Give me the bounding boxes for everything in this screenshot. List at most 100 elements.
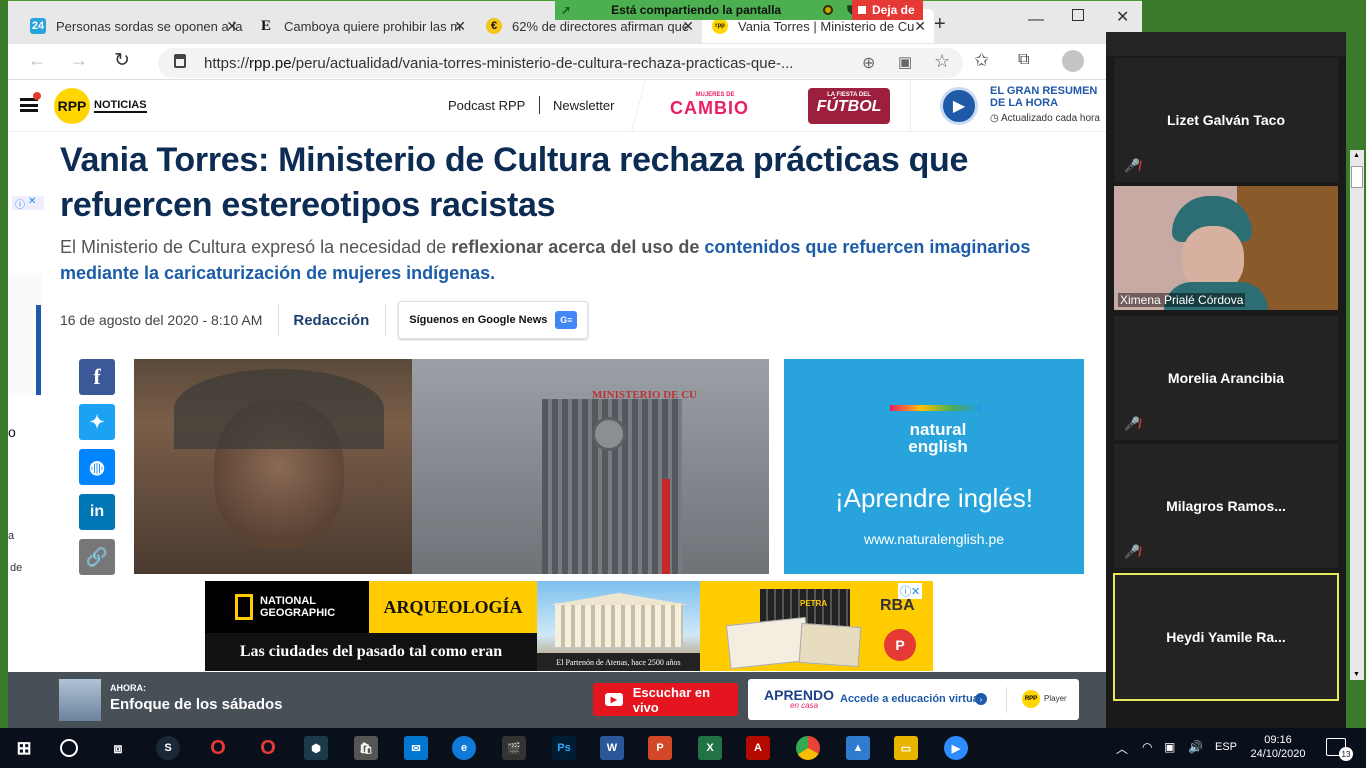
tab-label: Personas sordas se oponen a la <box>56 18 243 34</box>
zoom-scrollbar[interactable]: ▲ ▼ <box>1350 150 1364 680</box>
search-icon[interactable] <box>60 739 78 757</box>
minimize-icon[interactable]: — <box>1028 11 1044 29</box>
info-icon: ⓘ <box>15 200 25 211</box>
nav-newsletter[interactable]: Newsletter <box>553 98 614 113</box>
google-news-button[interactable]: Síguenos en Google News G≡ <box>398 301 589 339</box>
wifi-icon[interactable]: ◠ <box>1142 740 1152 754</box>
ad-info-close-icon[interactable]: ⓘ✕ <box>898 583 923 599</box>
acrobat-icon[interactable]: A <box>746 736 770 760</box>
scroll-up-icon[interactable]: ▲ <box>1353 152 1360 159</box>
fiesta-futbol-link[interactable]: LA FIESTA DEL FÚTBOL <box>808 88 890 124</box>
share-linkedin-button[interactable]: in <box>79 494 115 530</box>
participant-tile-active[interactable]: Heydi Yamile Ra... <box>1113 573 1339 701</box>
close-ad-icon[interactable]: ✕ <box>28 196 36 210</box>
file-explorer-icon[interactable]: ▭ <box>894 736 918 760</box>
notification-center-icon[interactable]: 13 <box>1326 738 1353 761</box>
scroll-thumb[interactable] <box>1351 166 1363 188</box>
close-tab-icon[interactable]: ✕ <box>454 18 466 35</box>
reader-icon[interactable]: ▣ <box>898 53 912 71</box>
clock[interactable]: 09:16 24/10/2020 <box>1248 733 1308 761</box>
edge-icon[interactable]: e <box>452 736 476 760</box>
temple-columns <box>555 603 683 647</box>
participant-tile[interactable]: Morelia Arancibia 🎤̸ <box>1114 316 1338 440</box>
tab-favicon: rpp <box>712 18 728 34</box>
close-tab-icon[interactable]: ✕ <box>914 18 926 35</box>
excel-icon[interactable]: X <box>698 736 722 760</box>
adchoices-badge[interactable]: ⓘ ✕ <box>12 196 44 211</box>
forward-icon[interactable]: → <box>70 50 88 71</box>
opera-gx-icon[interactable]: O <box>256 736 280 760</box>
close-tab-icon[interactable]: ✕ <box>682 18 694 35</box>
zoom-icon[interactable]: ▶ <box>944 736 968 760</box>
browser-tab-1[interactable]: 24 Personas sordas se oponen a la ✕ <box>20 9 246 43</box>
tray-chevron-icon[interactable]: ︿ <box>1116 740 1128 757</box>
tab-label: Camboya quiere prohibir las m <box>284 18 462 34</box>
menu-icon[interactable] <box>20 98 38 112</box>
volume-icon[interactable]: 🔊 <box>1188 740 1203 754</box>
profile-avatar[interactable] <box>1062 50 1084 72</box>
left-cut-text: o <box>8 424 16 440</box>
natgeo-logo-box: NATIONAL GEOGRAPHIC <box>205 581 369 633</box>
favorite-star-icon[interactable]: ☆ <box>934 51 950 72</box>
store-icon[interactable]: 🛍 <box>354 736 378 760</box>
resumen-title[interactable]: EL GRAN RESUMEN DE LA HORA <box>990 85 1100 109</box>
browser-tab-2[interactable]: E Camboya quiere prohibir las m ✕ <box>248 9 474 43</box>
now-label: AHORA: <box>110 683 146 693</box>
favorites-icon[interactable]: ✩ <box>974 50 989 71</box>
powerpoint-icon[interactable]: P <box>648 736 672 760</box>
steam-icon[interactable]: S <box>156 736 180 760</box>
collections-icon[interactable]: ⧉ <box>1018 51 1029 69</box>
aprendo-en-casa-banner[interactable]: APRENDO en casa Accede a educación virtu… <box>748 679 1079 720</box>
nav-podcast[interactable]: Podcast RPP <box>448 98 525 113</box>
photos-icon[interactable]: ▲ <box>846 736 870 760</box>
windows-start-icon[interactable]: ⊞ <box>12 736 36 760</box>
play-summary-icon[interactable]: ▶ <box>940 87 978 125</box>
participant-name: Lizet Galván Taco <box>1167 112 1285 128</box>
refresh-icon[interactable]: ↻ <box>114 49 130 72</box>
share-facebook-button[interactable]: f <box>79 359 115 395</box>
participant-tile[interactable]: Milagros Ramos... 🎤̸ <box>1114 444 1338 568</box>
share-messenger-button[interactable]: ◍ <box>79 449 115 485</box>
task-view-icon[interactable]: ⧈ <box>106 736 130 760</box>
ad-slogan: ¡Aprendre inglés! <box>835 483 1033 513</box>
url-domain: rpp.pe <box>249 54 292 72</box>
chrome-icon[interactable] <box>796 736 820 760</box>
listen-live-button[interactable]: ▶ Escuchar en vivo <box>593 683 738 716</box>
close-window-icon[interactable]: ✕ <box>1116 7 1129 27</box>
clapper-icon[interactable]: 🎬 <box>502 736 526 760</box>
share-link-button[interactable]: 🔗 <box>79 539 115 575</box>
back-icon[interactable]: ← <box>28 50 46 71</box>
natural-english-ad[interactable]: natural english ¡Aprendre inglés! www.na… <box>784 359 1084 574</box>
word-icon[interactable]: W <box>600 736 624 760</box>
nat-geo-ad[interactable]: NATIONAL GEOGRAPHIC ARQUEOLOGÍA Las ciud… <box>205 581 933 671</box>
language-indicator[interactable]: ESP <box>1215 741 1237 753</box>
photoshop-icon[interactable]: Ps <box>552 736 576 760</box>
new-tab-icon[interactable]: + <box>934 13 946 36</box>
mail-icon[interactable]: ✉ <box>404 736 428 760</box>
video-feed <box>1114 186 1338 310</box>
scroll-down-icon[interactable]: ▼ <box>1353 671 1360 678</box>
tab-favicon: € <box>486 18 502 34</box>
rpp-player-label: Player <box>1044 694 1067 703</box>
magazine-open-2 <box>798 622 862 668</box>
url-field[interactable]: https://rpp.pe/peru/actualidad/vania-tor… <box>158 48 963 78</box>
resumen-updated-text: Actualizado cada hora <box>1000 113 1100 124</box>
participant-tile[interactable]: Lizet Galván Taco 🎤̸ <box>1114 58 1338 182</box>
maximize-icon[interactable] <box>1072 9 1084 21</box>
now-show: Enfoque de los sábados <box>110 696 283 713</box>
stop-share-button[interactable]: Deja de <box>852 0 923 20</box>
close-tab-icon[interactable]: ✕ <box>226 18 238 35</box>
mujeres-de-cambio-link[interactable]: MUJERES DE CAMBIO <box>670 92 760 122</box>
opera-icon[interactable]: O <box>206 736 230 760</box>
add-icon[interactable]: ⊕ <box>862 53 875 73</box>
network-icon[interactable]: ▣ <box>1164 740 1175 754</box>
article-author[interactable]: Redacción <box>293 312 369 329</box>
share-twitter-button[interactable]: ✦ <box>79 404 115 440</box>
participant-video-tile[interactable]: Ximena Prialé Córdova <box>1114 186 1338 310</box>
participant-name: Morelia Arancibia <box>1167 370 1285 386</box>
rpp-logo[interactable]: RPP <box>54 88 90 124</box>
left-ad-bar <box>36 305 41 395</box>
rpp-player-logo: RPP <box>1022 690 1040 708</box>
app-icon[interactable]: ⬢ <box>304 736 328 760</box>
participant-name: Ximena Prialé Córdova <box>1118 293 1246 307</box>
